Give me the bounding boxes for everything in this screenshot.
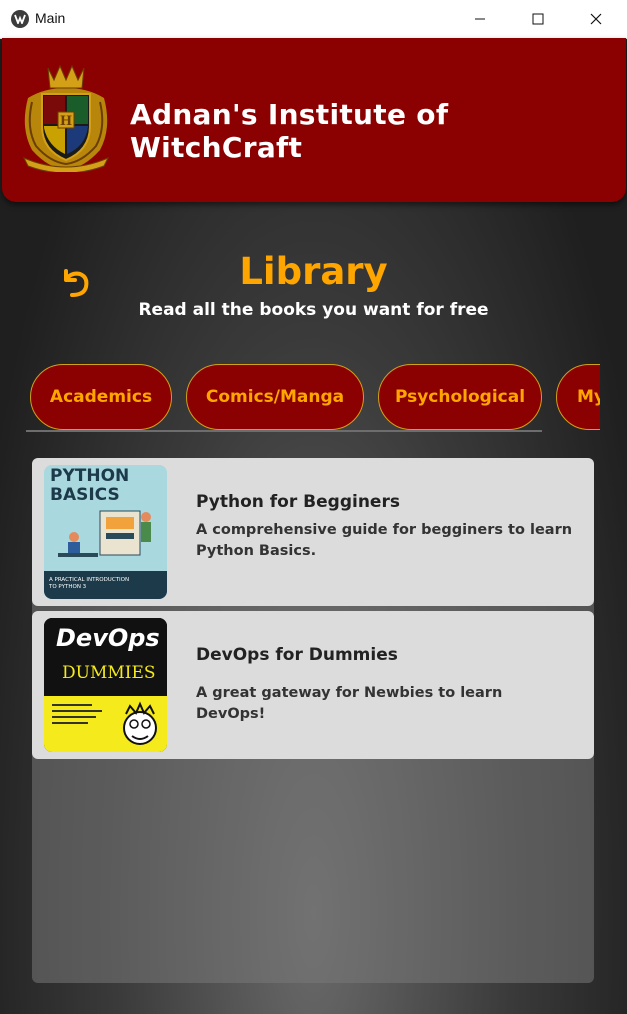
tab-psychological[interactable]: Psychological — [378, 364, 542, 430]
cover-tagline-line2: TO PYTHON 3 — [48, 584, 87, 590]
close-button[interactable] — [567, 0, 625, 38]
institute-title: Adnan's Institute of WitchCraft — [130, 98, 449, 164]
maximize-icon — [532, 13, 544, 25]
svg-text:H: H — [60, 114, 72, 129]
library-title: Library — [239, 250, 388, 293]
minimize-button[interactable] — [451, 0, 509, 38]
book-cover-python: PYTHON BASICS A PRACTICAL INTRODUCTION T… — [44, 465, 167, 599]
cover-tagline-line1: A PRACTICAL INTRODUCTION — [49, 577, 129, 583]
close-icon — [590, 13, 602, 25]
cover-devops-heading: DevOps — [56, 624, 160, 652]
book-card-devops[interactable]: DevOps DUMMIES DevOps for Dummies A grea… — [32, 611, 594, 759]
category-tabs[interactable]: Academics Comics/Manga Psychological My — [26, 362, 600, 434]
book-title: DevOps for Dummies — [196, 645, 398, 665]
tab-comics-manga[interactable]: Comics/Manga — [186, 364, 364, 430]
book-card-python[interactable]: PYTHON BASICS A PRACTICAL INTRODUCTION T… — [32, 458, 594, 606]
book-title: Python for Begginers — [196, 492, 400, 512]
tab-mystery[interactable]: My — [556, 364, 600, 430]
cover-heading-line2: BASICS — [50, 485, 120, 505]
cover-heading-line1: PYTHON — [50, 466, 129, 486]
tab-academics[interactable]: Academics — [30, 364, 172, 430]
window-title-bar: Main — [0, 0, 627, 39]
minimize-icon — [475, 18, 485, 20]
app-header: H Adnan's Institute of WitchCraft — [2, 38, 626, 202]
book-description: A great gateway for Newbies to learn Dev… — [196, 685, 503, 722]
book-description: A comprehensive guide for begginers to l… — [196, 522, 573, 559]
library-subtitle: Read all the books you want for free — [138, 300, 489, 320]
maximize-button[interactable] — [509, 0, 567, 38]
hogwarts-crest-icon: H — [18, 58, 114, 176]
cover-dummies-heading: DUMMIES — [62, 663, 156, 683]
tabs-scrollbar[interactable] — [26, 430, 542, 432]
book-cover-devops: DevOps DUMMIES — [44, 618, 167, 752]
app-icon — [11, 10, 29, 28]
window-title: Main — [35, 10, 66, 26]
